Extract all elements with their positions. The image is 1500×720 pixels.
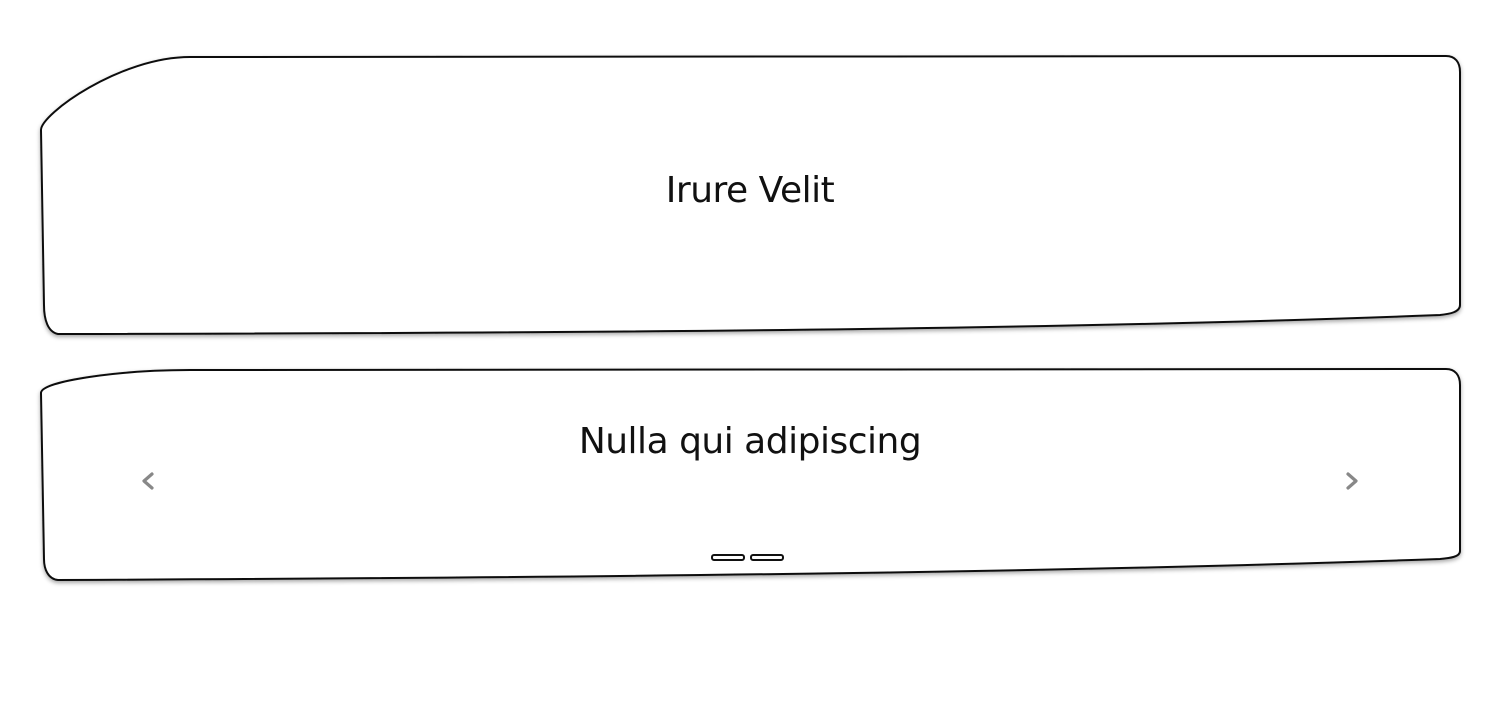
carousel-indicator-2[interactable]	[750, 554, 784, 561]
carousel-indicators	[711, 554, 791, 566]
carousel-next-button[interactable]	[1338, 467, 1366, 495]
banner-card: Irure Velit	[0, 50, 1500, 345]
carousel: Nulla qui adipiscing	[0, 363, 1500, 588]
carousel-indicator-1[interactable]	[711, 554, 745, 561]
chevron-right-icon	[1346, 472, 1358, 490]
carousel-prev-button[interactable]	[134, 467, 162, 495]
chevron-left-icon	[142, 472, 154, 490]
carousel-slide-title: Nulla qui adipiscing	[578, 421, 922, 462]
banner-title: Irure Velit	[665, 170, 835, 211]
